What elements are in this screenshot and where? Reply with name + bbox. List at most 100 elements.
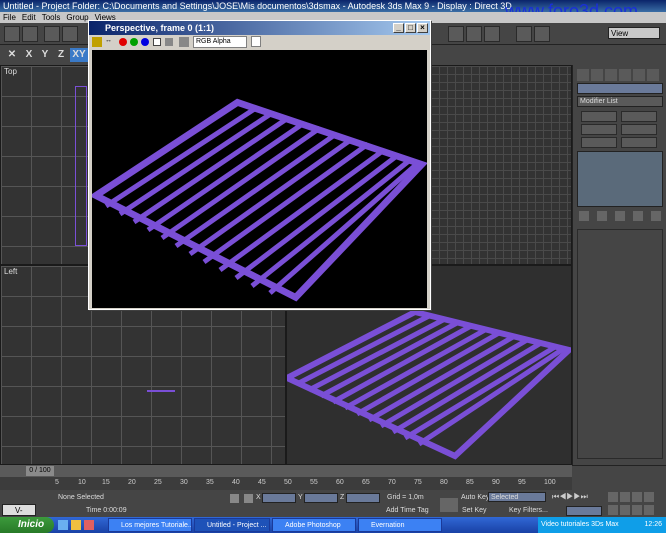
z-coordinate-field[interactable]	[346, 493, 380, 503]
time-slider-thumb[interactable]: 0 / 100	[26, 466, 54, 476]
top-viewport-label[interactable]: Top	[4, 67, 17, 76]
tray-text: Video tutoriales 3Ds Max	[541, 521, 619, 528]
axis-x-button[interactable]: X	[22, 48, 36, 62]
zoom-extents-icon[interactable]	[632, 492, 642, 502]
modifier-button-3[interactable]	[581, 124, 617, 135]
zoom-extents-all-icon[interactable]	[644, 492, 654, 502]
browser-icon[interactable]	[58, 520, 68, 530]
unlink-icon[interactable]	[62, 26, 78, 42]
color-swatch[interactable]	[251, 36, 261, 47]
motion-tab-icon[interactable]	[619, 69, 631, 81]
display-tab-icon[interactable]	[633, 69, 645, 81]
tick-label: 80	[440, 479, 448, 486]
object-name-field[interactable]	[577, 83, 663, 94]
current-frame-field[interactable]	[566, 506, 602, 516]
minimize-button[interactable]: _	[393, 23, 404, 33]
pan-icon[interactable]	[620, 505, 630, 515]
menu-file[interactable]: File	[0, 12, 19, 23]
task-button[interactable]: Adobe Photoshop	[272, 518, 356, 532]
configure-sets-icon[interactable]	[651, 211, 661, 221]
add-time-tag[interactable]: Add Time Tag	[386, 507, 429, 514]
top-view-object	[75, 86, 87, 246]
modifier-stack[interactable]	[577, 151, 663, 207]
media-icon[interactable]	[84, 520, 94, 530]
zoom-icon[interactable]	[608, 492, 618, 502]
selection-status: None Selected	[58, 494, 104, 501]
channel-dropdown[interactable]: RGB Alpha	[193, 36, 247, 48]
modifier-button-1[interactable]	[581, 111, 617, 122]
close-button[interactable]: ×	[417, 23, 428, 33]
menu-tools[interactable]: Tools	[39, 12, 64, 23]
folder-icon[interactable]	[71, 520, 81, 530]
modifier-button-5[interactable]	[581, 137, 617, 148]
task-button[interactable]: Evernation	[358, 518, 442, 532]
angle-snap-icon[interactable]	[466, 26, 482, 42]
left-viewport-label[interactable]: Left	[4, 267, 17, 276]
redo-icon[interactable]	[22, 26, 38, 42]
link-icon[interactable]	[44, 26, 60, 42]
modify-tab-icon[interactable]	[591, 69, 603, 81]
green-channel-button[interactable]	[130, 38, 138, 46]
key-filters-button[interactable]: Key Filters...	[509, 507, 548, 514]
maximize-viewport-icon[interactable]	[644, 505, 654, 515]
percent-snap-icon[interactable]	[484, 26, 500, 42]
curve-editor-icon[interactable]	[534, 26, 550, 42]
create-tab-icon[interactable]	[577, 69, 589, 81]
axis-xy-button[interactable]: XY	[70, 48, 88, 62]
tick-label: 30	[180, 479, 188, 486]
tick-label: 90	[492, 479, 500, 486]
time-slider[interactable]: 0 / 100	[0, 465, 572, 477]
view-dropdown[interactable]: View	[608, 27, 660, 39]
auto-key-button[interactable]: Auto Key	[461, 494, 489, 501]
layer-icon[interactable]	[516, 26, 532, 42]
field-of-view-icon[interactable]	[608, 505, 618, 515]
maximize-button[interactable]: □	[405, 23, 416, 33]
start-button[interactable]: Inicio	[0, 517, 54, 533]
modifier-list-dropdown[interactable]: Modifier List	[577, 96, 663, 107]
menu-edit[interactable]: Edit	[19, 12, 39, 23]
pin-stack-icon[interactable]	[579, 211, 589, 221]
axis-y-button[interactable]: Y	[38, 48, 52, 62]
z-label: Z	[340, 494, 345, 501]
left-view-object	[147, 390, 175, 392]
make-unique-icon[interactable]	[615, 211, 625, 221]
rendered-grate	[89, 98, 428, 302]
set-key-icon[interactable]	[440, 498, 458, 512]
command-panel: Modifier List	[572, 65, 666, 465]
modifier-button-2[interactable]	[621, 111, 657, 122]
task-button[interactable]: Untitled - Project ...	[194, 518, 270, 532]
red-channel-button[interactable]	[119, 38, 127, 46]
constraint-icon[interactable]: ✕	[5, 48, 19, 62]
playback-controls-icon[interactable]: ⏮◀▶▶⏭	[552, 492, 592, 502]
clone-render-icon[interactable]: ↔	[105, 37, 115, 47]
vray-toolbar[interactable]: V-Ray	[2, 504, 36, 527]
axis-z-button[interactable]: Z	[54, 48, 68, 62]
alpha-channel-button[interactable]	[153, 38, 161, 46]
track-bar[interactable]: 5 10 15 20 25 30 35 40 45 50 55 60 65 70…	[0, 477, 572, 490]
remove-modifier-icon[interactable]	[633, 211, 643, 221]
absolute-mode-icon[interactable]	[244, 494, 253, 503]
undo-icon[interactable]	[4, 26, 20, 42]
orbit-icon[interactable]	[632, 505, 642, 515]
monochrome-button[interactable]	[165, 38, 173, 46]
modifier-button-4[interactable]	[621, 124, 657, 135]
save-render-icon[interactable]	[92, 37, 102, 47]
x-coordinate-field[interactable]	[262, 493, 296, 503]
task-button[interactable]: Los mejores Tutoriale...	[108, 518, 192, 532]
system-tray: Video tutoriales 3Ds Max 12:26	[538, 517, 666, 533]
y-coordinate-field[interactable]	[304, 493, 338, 503]
key-mode-dropdown[interactable]: Selected	[488, 492, 546, 502]
clear-button[interactable]	[179, 37, 189, 47]
set-key-button[interactable]: Set Key	[462, 507, 487, 514]
show-end-icon[interactable]	[597, 211, 607, 221]
snap-icon[interactable]	[448, 26, 464, 42]
tick-label: 45	[258, 479, 266, 486]
hierarchy-tab-icon[interactable]	[605, 69, 617, 81]
modifier-button-6[interactable]	[621, 137, 657, 148]
lock-icon[interactable]	[230, 494, 239, 503]
utilities-tab-icon[interactable]	[647, 69, 659, 81]
zoom-all-icon[interactable]	[620, 492, 630, 502]
tick-label: 10	[78, 479, 86, 486]
blue-channel-button[interactable]	[141, 38, 149, 46]
render-frame-window: Perspective, frame 0 (1:1) _ □ × ↔ RGB A…	[88, 20, 431, 310]
